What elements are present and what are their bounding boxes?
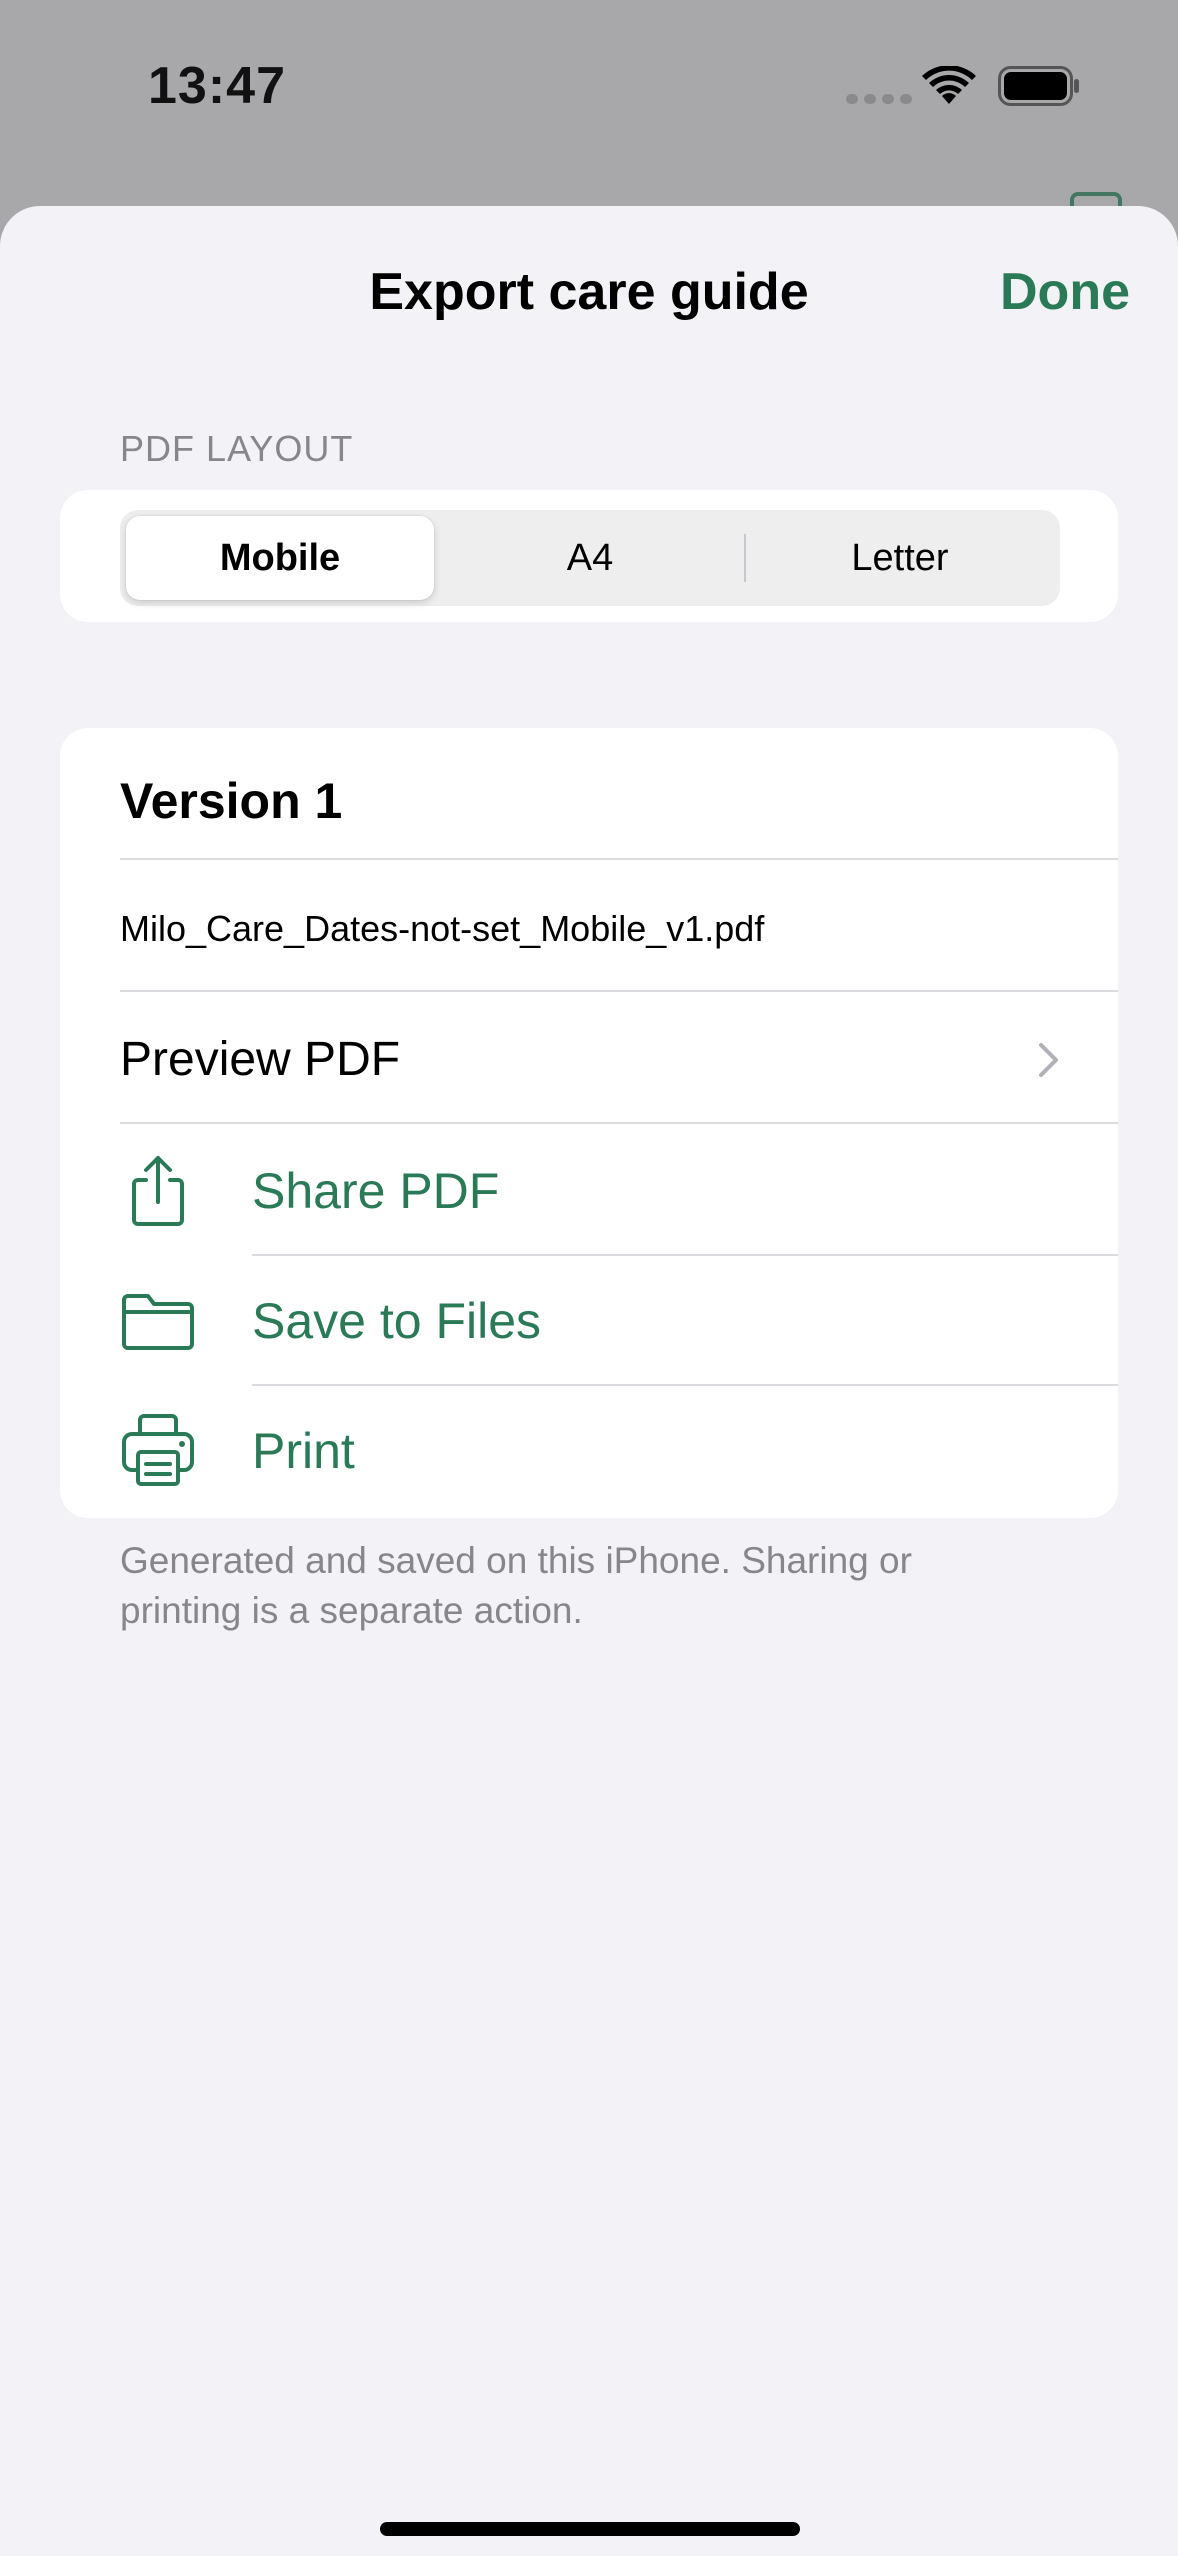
divider (120, 858, 1118, 860)
segment-letter[interactable]: Letter (746, 516, 1054, 600)
version-title: Version 1 (120, 773, 343, 829)
pdf-layout-segmented-control: Mobile A4 Letter (120, 510, 1060, 606)
share-icon (132, 1156, 184, 1226)
footnote: Generated and saved on this iPhone. Shar… (120, 1540, 912, 1631)
export-sheet: Export care guide Done PDF LAYOUT Mobile… (0, 206, 1178, 2556)
preview-pdf-label: Preview PDF (120, 1033, 401, 1086)
printer-icon (122, 1414, 194, 1486)
share-pdf-label: Share PDF (252, 1163, 500, 1219)
done-button[interactable]: Done (1000, 262, 1130, 322)
pdf-layout-header: PDF LAYOUT (120, 428, 354, 469)
cellular-signal-icon (846, 94, 912, 104)
battery-icon (998, 66, 1079, 106)
pdf-filename: Milo_Care_Dates-not-set_Mobile_v1.pdf (120, 908, 765, 949)
print-label: Print (252, 1423, 355, 1479)
status-time: 13:47 (148, 57, 286, 115)
segment-a4[interactable]: A4 (436, 516, 744, 600)
save-to-files-label: Save to Files (252, 1293, 542, 1349)
pdf-layout-card: Mobile A4 Letter (60, 490, 1118, 622)
print-row[interactable]: Print (60, 1384, 1118, 1514)
share-pdf-row[interactable]: Share PDF (60, 1124, 1118, 1254)
wifi-icon (922, 66, 976, 104)
folder-icon (122, 1294, 194, 1350)
preview-pdf-row[interactable]: Preview PDF (60, 992, 1118, 1122)
segment-mobile[interactable]: Mobile (126, 516, 434, 600)
save-to-files-row[interactable]: Save to Files (60, 1254, 1118, 1384)
version-card: Version 1 Milo_Care_Dates-not-set_Mobile… (60, 728, 1118, 1518)
status-bar: 13:47 (0, 0, 1178, 180)
home-indicator[interactable] (380, 2522, 800, 2536)
chevron-right-icon (1039, 1043, 1058, 1077)
